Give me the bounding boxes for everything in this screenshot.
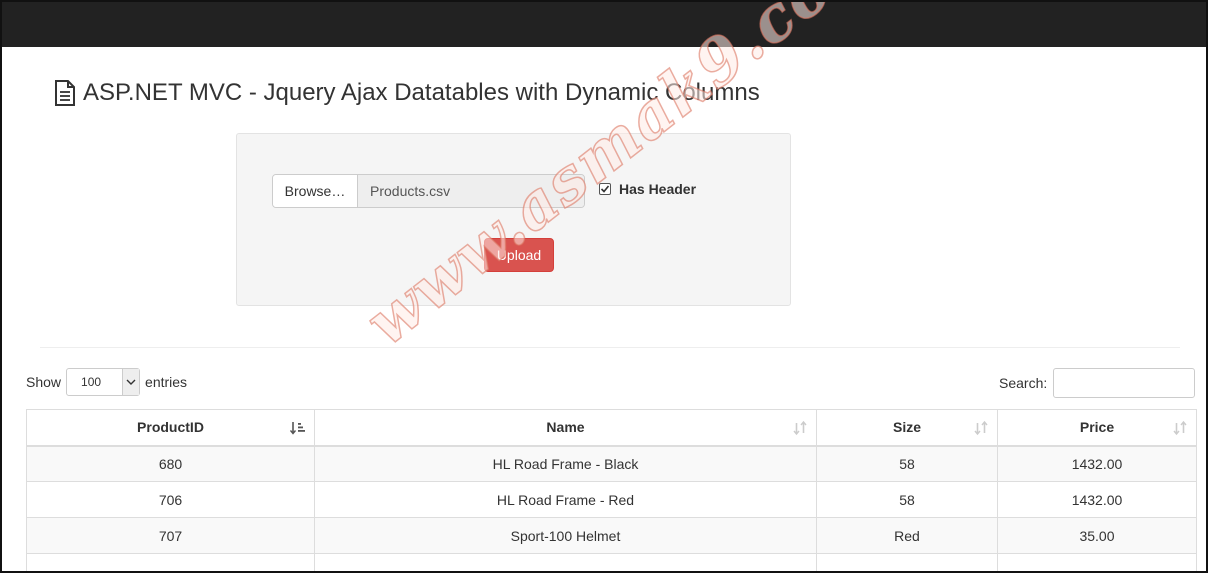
column-header-productid[interactable]: ProductID [26,409,315,447]
column-header-size[interactable]: Size [816,409,998,447]
entries-label: entries [145,374,188,390]
page-title: ASP.NET MVC - Jquery Ajax Datatables wit… [54,78,760,108]
file-name-field[interactable]: Products.csv [358,175,584,207]
cell-price: 1432.00 [997,481,1197,518]
browse-button[interactable]: Browse… [273,175,358,207]
checkbox-icon[interactable] [599,183,611,195]
cell-productid: 707 [26,517,315,554]
data-table: ProductID Name Size Price 680 HL Road Fr… [26,409,1197,571]
has-header-label: Has Header [619,181,697,197]
navbar [2,2,1206,47]
cell-productid: 706 [26,481,315,518]
sort-icon[interactable] [973,420,989,436]
page-title-text: ASP.NET MVC - Jquery Ajax Datatables wit… [83,79,760,106]
cell-productid: 680 [26,445,315,482]
table-row: 706 HL Road Frame - Red 58 1432.00 [26,481,1197,518]
column-header-name[interactable]: Name [314,409,817,447]
cell-name: HL Road Frame - Black [314,445,817,482]
document-icon [54,80,76,106]
cell-size [816,553,998,571]
app-window: ASP.NET MVC - Jquery Ajax Datatables wit… [0,0,1208,573]
cell-size: 58 [816,481,998,518]
column-header-price[interactable]: Price [997,409,1197,447]
length-value: 100 [81,375,102,389]
search-label: Search: [999,375,1048,391]
search-control: Search: [999,368,1196,398]
cell-size: 58 [816,445,998,482]
has-header-checkbox[interactable]: Has Header [599,181,696,197]
cell-name: Sport-100 Helmet [314,517,817,554]
cell-size: Red [816,517,998,554]
length-select[interactable]: 100 [66,368,141,396]
table-row [26,553,1197,571]
sort-icon[interactable] [1172,420,1188,436]
sort-ascending-icon[interactable] [289,420,306,436]
search-input[interactable] [1053,368,1196,398]
show-label: Show [26,374,62,390]
sort-icon[interactable] [792,420,808,436]
cell-price [997,553,1197,571]
cell-productid [26,553,315,571]
cell-name: HL Road Frame - Red [314,481,817,518]
chevron-down-icon[interactable] [122,369,140,395]
table-header-row: ProductID Name Size Price [26,409,1197,447]
divider [40,347,1180,348]
table-row: 680 HL Road Frame - Black 58 1432.00 [26,445,1197,482]
length-control: Show 100 entries [26,368,187,396]
cell-price: 1432.00 [997,445,1197,482]
upload-panel: Browse… Products.csv Has Header Upload [236,133,791,306]
cell-name [314,553,817,571]
upload-button[interactable]: Upload [484,238,554,272]
cell-price: 35.00 [997,517,1197,554]
file-input-group[interactable]: Browse… Products.csv [272,174,585,208]
table-row: 707 Sport-100 Helmet Red 35.00 [26,517,1197,554]
